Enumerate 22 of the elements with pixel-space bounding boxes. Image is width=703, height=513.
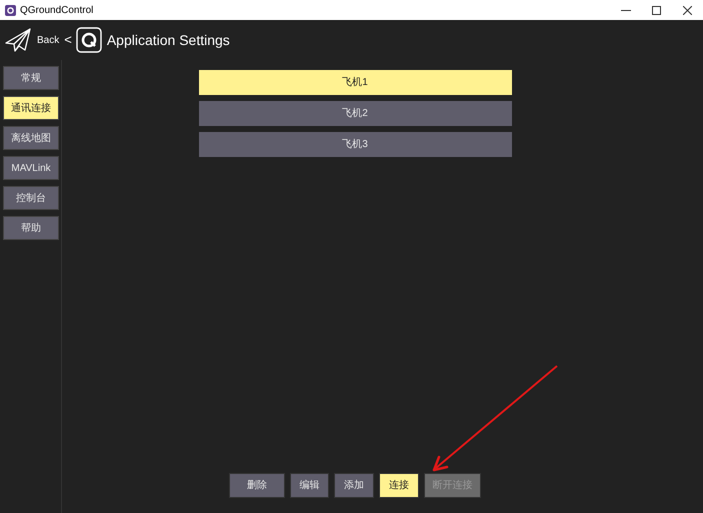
action-button[interactable]: 连接: [379, 473, 419, 498]
sidebar-item[interactable]: MAVLink: [3, 156, 59, 180]
logo-icon: [76, 27, 102, 53]
sidebar-item[interactable]: 帮助: [3, 216, 59, 240]
paper-plane-icon[interactable]: [5, 28, 31, 52]
link-item[interactable]: 飞机1: [198, 70, 512, 95]
maximize-icon[interactable]: [652, 6, 661, 14]
window-title: QGroundControl: [20, 4, 94, 18]
link-item[interactable]: 飞机2: [198, 101, 512, 126]
back-link[interactable]: Back: [37, 32, 60, 48]
page-title: Application Settings: [106, 30, 230, 50]
sidebar-item[interactable]: 常规: [3, 66, 59, 90]
close-icon[interactable]: [683, 6, 692, 14]
link-item[interactable]: 飞机3: [198, 132, 512, 157]
action-button[interactable]: 删除: [229, 473, 285, 498]
action-button[interactable]: 编辑: [290, 473, 329, 498]
action-button[interactable]: 添加: [334, 473, 374, 498]
breadcrumb-separator: <: [64, 31, 72, 50]
sidebar-item[interactable]: 通讯连接: [3, 96, 59, 120]
sidebar-item[interactable]: 离线地图: [3, 126, 59, 150]
sidebar-item[interactable]: 控制台: [3, 186, 59, 210]
app-icon: [5, 4, 16, 16]
